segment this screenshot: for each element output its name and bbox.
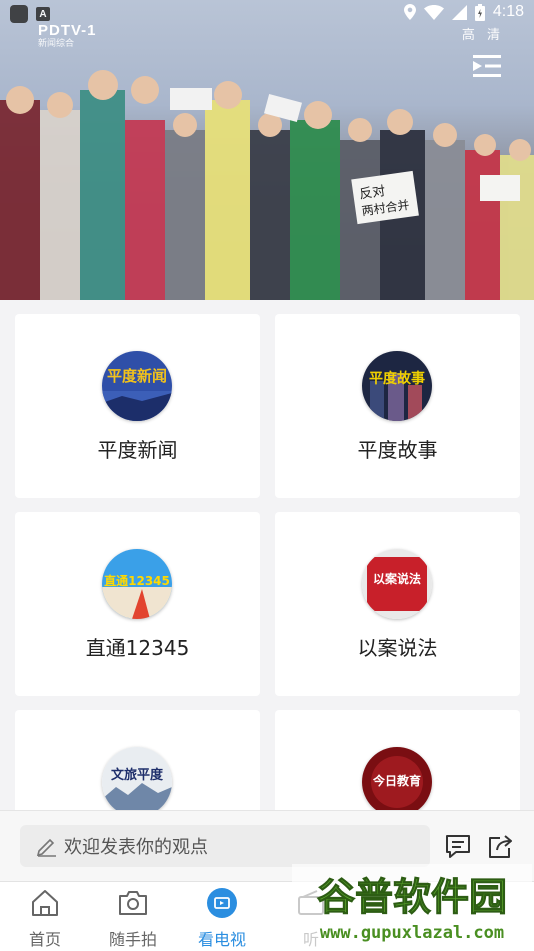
program-logo: 平度故事	[362, 351, 432, 421]
svg-text:文旅平度: 文旅平度	[111, 767, 164, 783]
svg-text:平度故事: 平度故事	[369, 370, 425, 387]
program-label: 以案说法	[357, 636, 438, 660]
wifi-icon	[423, 4, 444, 20]
comment-input[interactable]: 欢迎发表你的观点	[20, 825, 430, 867]
camera-icon	[119, 891, 147, 915]
channel-logo: PDTV-1 新闻综合	[38, 22, 97, 49]
program-logo: 今日教育	[362, 747, 432, 817]
svg-text:今日教育: 今日教育	[372, 773, 421, 788]
program-label: 平度故事	[357, 438, 438, 462]
svg-text:www.gupuxlazal.com: www.gupuxlazal.com	[320, 923, 504, 943]
program-label: 直通12345	[85, 636, 190, 660]
program-logo: 平度新闻	[102, 351, 172, 421]
program-card-pingdu-story[interactable]: 平度故事 平度故事	[275, 314, 520, 498]
home-icon	[32, 890, 58, 916]
notification-app-icon	[10, 5, 28, 23]
comment-icon[interactable]	[444, 833, 472, 861]
svg-text:平度新闻: 平度新闻	[107, 367, 167, 385]
svg-text:以案说法: 以案说法	[373, 571, 421, 586]
tab-label: 首页	[28, 930, 61, 949]
tab-snapshot[interactable]: 随手拍	[88, 888, 178, 950]
tab-watch-tv[interactable]: 看电视	[177, 888, 267, 950]
playlist-icon[interactable]	[473, 55, 501, 77]
program-logo: 文旅平度	[102, 747, 172, 817]
svg-text:谷普软件园: 谷普软件园	[317, 875, 507, 919]
program-card-direct-12345[interactable]: 直通12345 直通12345	[15, 512, 260, 696]
program-card-pingdu-news[interactable]: 平度新闻 平度新闻	[15, 314, 260, 498]
program-logo: 直通12345	[102, 549, 172, 619]
channel-subtitle: 新闻综合	[38, 38, 75, 48]
tab-label: 看电视	[197, 930, 246, 949]
quality-selector[interactable]: 高 清	[462, 24, 504, 43]
site-watermark: 谷普软件园 www.gupuxlazal.com	[292, 864, 532, 948]
video-player[interactable]: 反对 两村合并 A 4:18 PDTV-1 新闻综合 高 清	[0, 0, 534, 300]
comment-placeholder: 欢迎发表你的观点	[64, 837, 208, 858]
cell-signal-icon	[451, 4, 467, 20]
channel-name: PDTV-1	[38, 22, 97, 39]
video-frame-crowd: 反对 两村合并	[0, 70, 534, 300]
tab-home[interactable]: 首页	[0, 888, 90, 950]
a-notification-icon: A	[36, 7, 50, 21]
tv-icon	[207, 888, 237, 918]
program-label: 平度新闻	[97, 438, 178, 462]
status-time: 4:18	[492, 3, 524, 20]
pencil-icon	[36, 838, 56, 857]
share-icon[interactable]	[486, 833, 514, 861]
battery-icon	[474, 3, 485, 21]
program-card-case-law[interactable]: 以案说法 以案说法	[275, 512, 520, 696]
location-icon	[403, 4, 416, 20]
program-logo: 以案说法	[362, 549, 432, 619]
tab-label: 随手拍	[108, 930, 157, 949]
svg-text:直通12345: 直通12345	[104, 573, 170, 588]
